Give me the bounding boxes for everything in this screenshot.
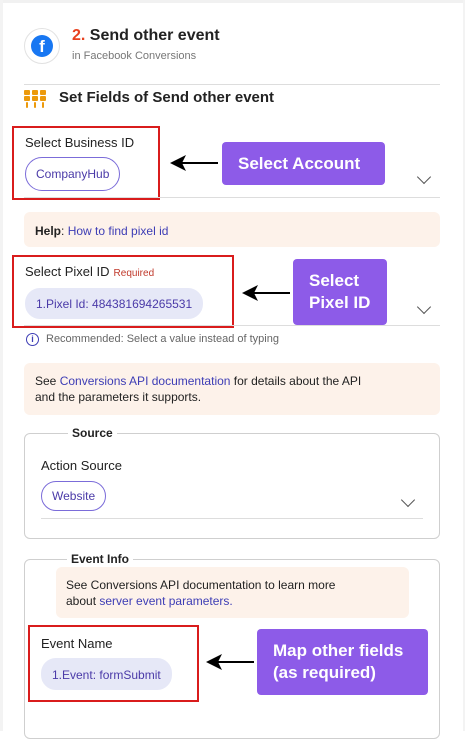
arrow-map-icon bbox=[206, 654, 254, 670]
business-id-value[interactable]: CompanyHub bbox=[25, 157, 121, 191]
facebook-icon: f bbox=[24, 28, 60, 64]
business-chevron-down-icon[interactable] bbox=[416, 169, 432, 185]
pixel-id-label: Select Pixel ID Required bbox=[25, 264, 154, 279]
required-badge: Required bbox=[113, 268, 155, 279]
recommend-hint: Recommended: Select a value instead of t… bbox=[46, 333, 279, 345]
arrow-account-icon bbox=[170, 155, 218, 171]
help-link[interactable]: How to find pixel id bbox=[68, 224, 169, 238]
pixel-divider bbox=[24, 325, 440, 326]
callout-map-line1: Map other fields bbox=[273, 641, 404, 660]
business-divider bbox=[24, 197, 440, 198]
top-border bbox=[0, 0, 465, 3]
arrow-pixel-icon bbox=[242, 285, 290, 301]
conversions-post2: and the parameters it supports. bbox=[35, 390, 202, 404]
action-source-label: Action Source bbox=[41, 458, 122, 473]
business-id-label: Select Business ID bbox=[25, 135, 135, 150]
event-name-label: Event Name bbox=[41, 636, 113, 651]
conversions-note: See Conversions API documentation for de… bbox=[24, 363, 440, 415]
callout-pixel-line1: Select bbox=[309, 271, 360, 290]
pixel-chevron-down-icon[interactable] bbox=[416, 299, 432, 315]
event-info-note: See Conversions API documentation to lea… bbox=[56, 567, 409, 618]
step-number: 2. bbox=[72, 27, 86, 44]
event-note-line1: See Conversions API documentation to lea… bbox=[66, 578, 336, 592]
action-source-value[interactable]: Website bbox=[41, 481, 107, 511]
help-prefix: Help bbox=[35, 224, 62, 238]
server-event-link[interactable]: server event parameters. bbox=[99, 594, 232, 608]
header-divider bbox=[24, 84, 440, 85]
event-name-value[interactable]: 1.Event: formSubmit bbox=[41, 658, 172, 690]
callout-map-line2: (as required) bbox=[273, 663, 376, 682]
conversions-post1: for details about the API bbox=[230, 374, 362, 388]
help-box: Help: How to find pixel id bbox=[24, 212, 440, 247]
conversions-pre: See bbox=[35, 374, 60, 388]
step-subtitle: in Facebook Conversions bbox=[72, 50, 197, 62]
callout-select-pixel: Select Pixel ID bbox=[293, 259, 387, 325]
callout-map-fields: Map other fields (as required) bbox=[257, 629, 428, 695]
section-title: Set Fields of Send other event bbox=[59, 89, 275, 106]
source-legend: Source bbox=[68, 426, 117, 440]
step-title: 2. Send other event bbox=[72, 27, 220, 45]
help-separator: : bbox=[61, 224, 68, 238]
callout-pixel-line2: Pixel ID bbox=[309, 293, 371, 312]
source-divider bbox=[41, 518, 423, 519]
conversions-link[interactable]: Conversions API documentation bbox=[60, 374, 231, 388]
event-note-line2-pre: about bbox=[66, 594, 100, 608]
info-icon: i bbox=[26, 333, 39, 346]
left-border bbox=[0, 0, 3, 731]
step-title-text: Send other event bbox=[89, 27, 220, 44]
event-info-legend: Event Info bbox=[67, 552, 134, 566]
pixel-id-label-text: Select Pixel ID bbox=[25, 264, 110, 279]
pixel-id-value[interactable]: 1.Pixel Id: 484381694265531 bbox=[25, 288, 204, 319]
fields-icon bbox=[24, 90, 48, 108]
callout-select-account: Select Account bbox=[222, 142, 385, 185]
